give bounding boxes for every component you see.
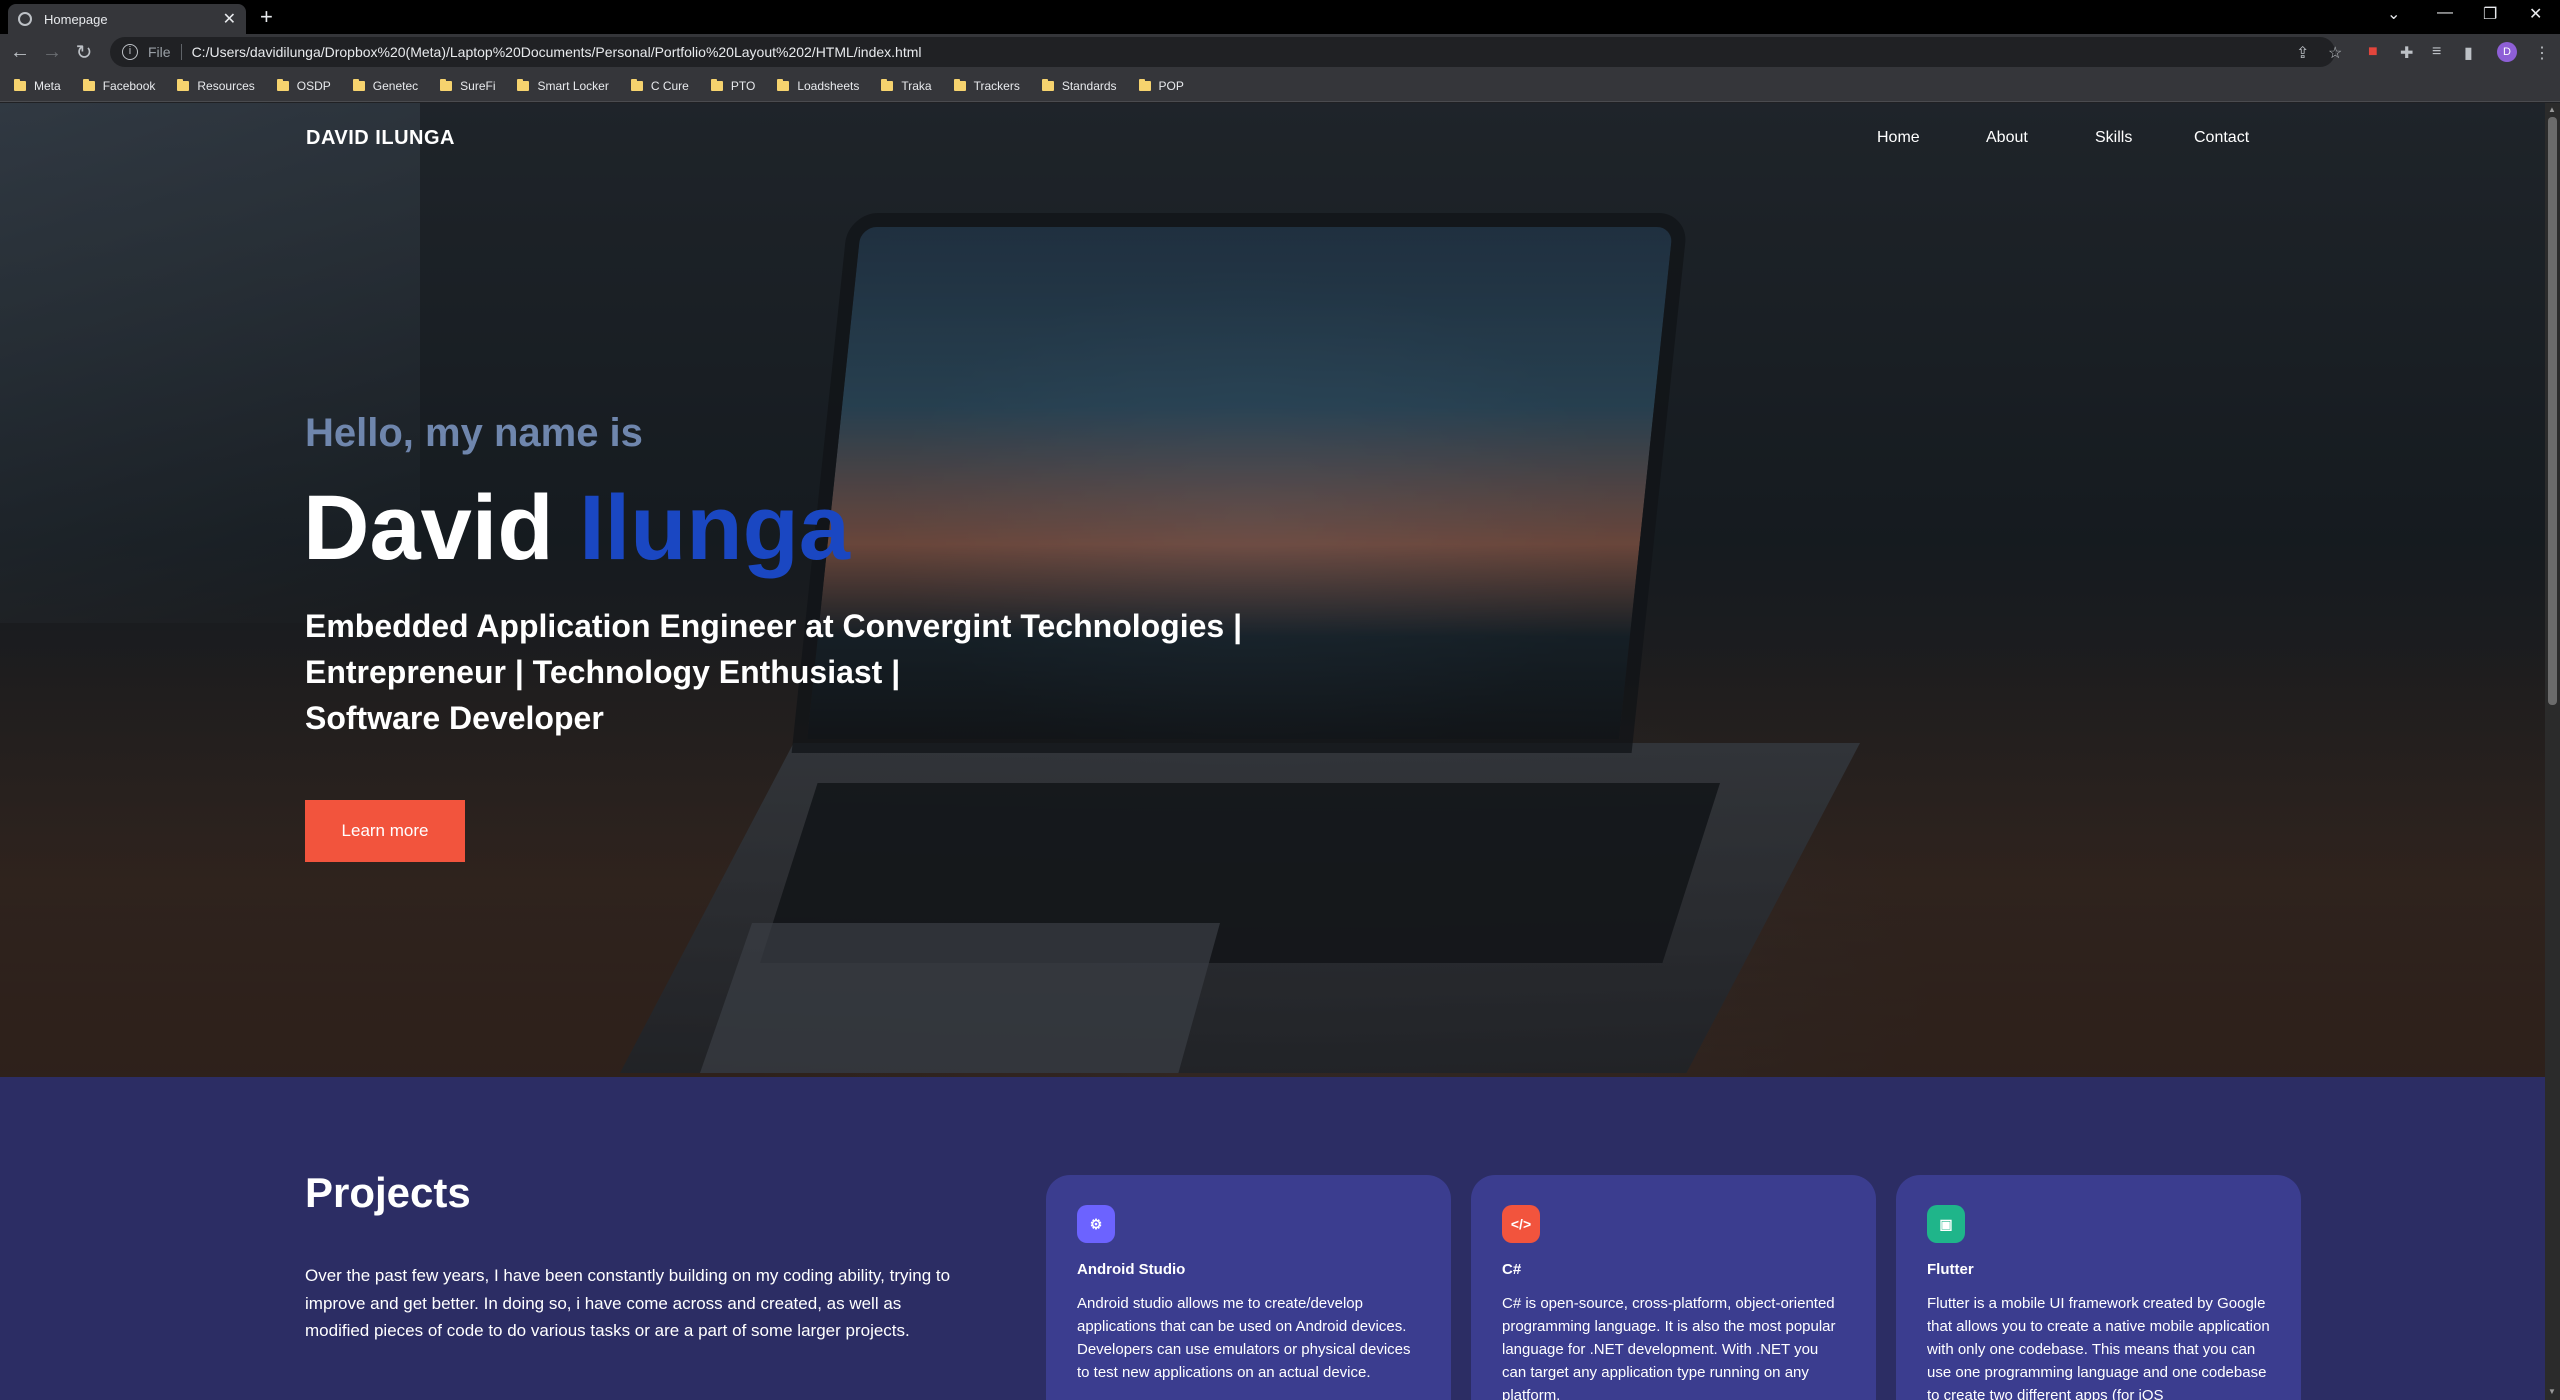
more-menu-icon[interactable]: ⋮ bbox=[2534, 43, 2550, 63]
tagline-line: Software Developer bbox=[305, 700, 604, 736]
nav-about-link[interactable]: About bbox=[1986, 129, 2028, 147]
nav-contact-link[interactable]: Contact bbox=[2194, 129, 2249, 147]
project-card-text: Flutter is a mobile UI framework created… bbox=[1927, 1295, 2270, 1400]
minimize-icon[interactable]: — bbox=[2437, 4, 2453, 22]
folder-icon bbox=[517, 78, 530, 91]
browser-toolbar: ← → ↻ i File C:/Users/davidilunga/Dropbo… bbox=[0, 34, 2560, 70]
close-tab-icon[interactable]: ✕ bbox=[223, 9, 236, 29]
folder-icon bbox=[1138, 78, 1151, 91]
side-panel-icon[interactable]: ▮ bbox=[2464, 43, 2473, 63]
info-icon[interactable]: i bbox=[122, 44, 138, 60]
page-viewport: DAVID ILUNGA Home About Skills Contact H… bbox=[0, 103, 2545, 1400]
hero-greeting: Hello, my name is bbox=[305, 411, 643, 455]
gear-icon: ⚙ bbox=[1077, 1205, 1115, 1243]
bookmark-star-icon[interactable]: ☆ bbox=[2328, 43, 2342, 63]
bookmark-folder[interactable]: POP bbox=[1138, 78, 1184, 93]
extensions-puzzle-icon[interactable]: ✚ bbox=[2400, 43, 2413, 63]
new-tab-icon[interactable]: + bbox=[260, 4, 273, 30]
code-icon: </> bbox=[1502, 1205, 1540, 1243]
bookmark-folder[interactable]: Loadsheets bbox=[777, 78, 859, 93]
folder-icon bbox=[777, 78, 790, 91]
bookmark-folder[interactable]: PTO bbox=[710, 78, 755, 93]
share-icon[interactable]: ⇪ bbox=[2296, 43, 2309, 63]
tab-search-icon[interactable]: ⌄ bbox=[2387, 4, 2400, 24]
bookmark-folder[interactable]: SureFi bbox=[440, 78, 495, 93]
bookmark-folder[interactable]: C Cure bbox=[630, 78, 689, 93]
hero-overlay bbox=[0, 103, 2545, 1077]
bookmark-folder[interactable]: OSDP bbox=[276, 78, 331, 93]
bookmarks-bar: Meta Facebook Resources OSDP Genetec Sur… bbox=[0, 70, 2560, 102]
bookmark-folder[interactable]: Resources bbox=[177, 78, 255, 93]
bookmark-folder[interactable]: Facebook bbox=[82, 78, 155, 93]
folder-icon bbox=[881, 78, 894, 91]
folder-icon bbox=[953, 78, 966, 91]
project-card-title: Flutter bbox=[1927, 1261, 1974, 1278]
folder-icon bbox=[630, 78, 643, 91]
restore-icon[interactable]: ❐ bbox=[2483, 4, 2497, 24]
bookmark-folder[interactable]: Smart Locker bbox=[517, 78, 609, 93]
browser-tab[interactable]: Homepage ✕ bbox=[8, 4, 246, 34]
nav-home-link[interactable]: Home bbox=[1877, 129, 1920, 147]
folder-icon bbox=[276, 78, 289, 91]
hero-tagline: Embedded Application Engineer at Converg… bbox=[305, 603, 1405, 741]
document-icon: ▣ bbox=[1927, 1205, 1965, 1243]
tagline-line: Embedded Application Engineer at Converg… bbox=[305, 608, 1243, 644]
bookmark-folder[interactable]: Traka bbox=[881, 78, 932, 93]
folder-icon bbox=[1041, 78, 1054, 91]
scroll-up-icon[interactable]: ▲ bbox=[2548, 105, 2556, 114]
scroll-down-icon[interactable]: ▼ bbox=[2548, 1387, 2556, 1396]
tagline-line: Entrepreneur | Technology Enthusiast | bbox=[305, 654, 901, 690]
hero-first-name: David bbox=[303, 477, 554, 579]
folder-icon bbox=[14, 78, 26, 91]
forward-arrow-icon[interactable]: → bbox=[36, 41, 68, 64]
project-card-title: C# bbox=[1502, 1261, 1522, 1278]
project-card-csharp[interactable]: </> C# C# is open-source, cross-platform… bbox=[1471, 1175, 1876, 1400]
folder-icon bbox=[710, 78, 723, 91]
folder-icon bbox=[177, 78, 190, 91]
site-brand[interactable]: DAVID ILUNGA bbox=[306, 127, 455, 150]
folder-icon bbox=[352, 78, 365, 91]
project-card-text: C# is open-source, cross-platform, objec… bbox=[1502, 1295, 1836, 1400]
url-text[interactable]: C:/Users/davidilunga/Dropbox%20(Meta)/La… bbox=[192, 44, 922, 60]
bookmark-folder[interactable]: Trackers bbox=[953, 78, 1020, 93]
globe-icon bbox=[18, 12, 32, 26]
folder-icon bbox=[82, 78, 95, 91]
page-scrollbar[interactable]: ▲ ▼ bbox=[2545, 103, 2560, 1400]
nav-skills-link[interactable]: Skills bbox=[2095, 129, 2132, 147]
close-window-icon[interactable]: ✕ bbox=[2529, 4, 2542, 24]
project-card-flutter[interactable]: ▣ Flutter Flutter is a mobile UI framewo… bbox=[1896, 1175, 2301, 1400]
projects-title: Projects bbox=[305, 1169, 471, 1216]
hero-section: DAVID ILUNGA Home About Skills Contact H… bbox=[0, 103, 2545, 1077]
profile-avatar[interactable]: D bbox=[2497, 42, 2517, 62]
bookmark-folder[interactable]: Meta bbox=[14, 78, 61, 93]
hero-name: David Ilunga bbox=[303, 476, 850, 581]
reload-icon[interactable]: ↻ bbox=[68, 40, 100, 65]
folder-icon bbox=[440, 78, 453, 91]
hero-last-name: Ilunga bbox=[579, 477, 850, 579]
projects-section: Projects Over the past few years, I have… bbox=[0, 1077, 2545, 1400]
projects-description: Over the past few years, I have been con… bbox=[305, 1266, 951, 1340]
scrollbar-thumb[interactable] bbox=[2548, 117, 2557, 705]
project-card-text: Android studio allows me to create/devel… bbox=[1077, 1295, 1411, 1381]
project-card-title: Android Studio bbox=[1077, 1261, 1186, 1278]
extension-badge-icon[interactable]: ■ bbox=[2368, 43, 2378, 61]
browser-tab-bar: Homepage ✕ + ⌄ — ❐ ✕ bbox=[0, 0, 2560, 34]
reading-list-icon[interactable]: ≡ bbox=[2432, 43, 2441, 61]
bookmark-folder[interactable]: Genetec bbox=[352, 78, 418, 93]
learn-more-button[interactable]: Learn more bbox=[305, 800, 465, 862]
address-bar[interactable]: i File C:/Users/davidilunga/Dropbox%20(M… bbox=[110, 37, 2335, 67]
bookmark-folder[interactable]: Standards bbox=[1041, 78, 1117, 93]
scheme-label: File bbox=[148, 44, 182, 60]
back-arrow-icon[interactable]: ← bbox=[4, 41, 36, 64]
tab-title: Homepage bbox=[44, 11, 108, 27]
project-card-android-studio[interactable]: ⚙ Android Studio Android studio allows m… bbox=[1046, 1175, 1451, 1400]
